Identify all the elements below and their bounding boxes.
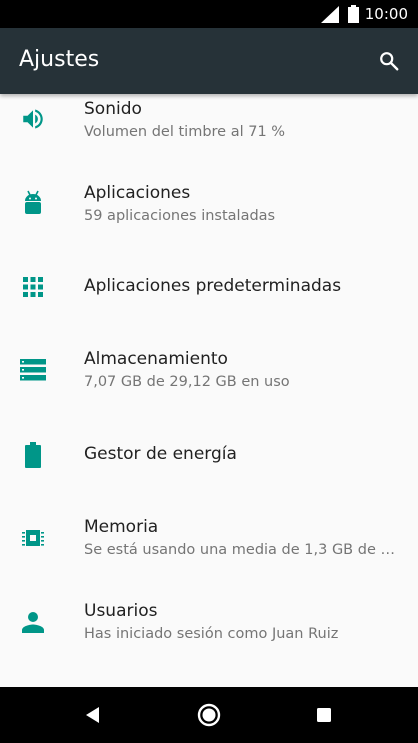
settings-item-memoria[interactable]: Memoria Se está usando una media de 1,3 … [0,500,418,580]
settings-item-title: Sonido [84,99,142,119]
settings-item-title: Gestor de energía [84,444,237,464]
settings-item-title: Aplicaciones [84,183,191,203]
settings-item-subtitle: Has iniciado sesión como Juan Ruiz [84,626,339,642]
search-icon [380,52,399,71]
signal-icon [321,6,339,23]
back-button[interactable] [79,701,107,729]
battery-icon [19,441,47,469]
recents-button[interactable] [310,701,338,729]
settings-item-subtitle: Volumen del timbre al 71 % [84,124,286,140]
app-bar: Ajustes [0,28,418,94]
home-button[interactable] [195,701,223,729]
settings-item-gestor-de-energia[interactable]: Gestor de energía [0,412,418,496]
settings-item-subtitle: Se está usando una media de 1,3 GB de 2,… [84,542,400,558]
settings-item-title: Aplicaciones predeterminadas [84,276,342,296]
navigation-bar [0,687,418,743]
status-bar: 10:00 [0,0,418,28]
settings-item-usuarios[interactable]: Usuarios Has iniciado sesión como Juan R… [0,584,418,664]
settings-list: Sonido Volumen del timbre al 71 % Aplica… [0,94,418,687]
back-icon [86,707,99,723]
volume-icon [19,105,47,133]
android-icon [19,189,47,217]
settings-item-sonido[interactable]: Sonido Volumen del timbre al 71 % [0,94,418,148]
settings-item-almacenamiento[interactable]: Almacenamiento 7,07 GB de 29,12 GB en us… [0,332,418,412]
storage-icon [19,356,47,384]
status-time: 10:00 [364,5,408,23]
settings-item-aplicaciones[interactable]: Aplicaciones 59 aplicaciones instaladas [0,164,418,244]
settings-item-title: Usuarios [84,601,158,621]
search-button[interactable] [370,45,408,77]
settings-item-title: Almacenamiento [84,349,228,369]
apps-grid-icon [19,273,47,301]
memory-icon [19,524,47,552]
home-icon [197,703,221,727]
settings-item-aplicaciones-predeterminadas[interactable]: Aplicaciones predeterminadas [0,244,418,328]
settings-item-subtitle: 59 aplicaciones instaladas [84,208,276,224]
settings-item-title: Memoria [84,517,159,537]
page-title: Ajustes [19,47,100,72]
recents-icon [317,708,331,722]
person-icon [19,608,47,636]
settings-item-subtitle: 7,07 GB de 29,12 GB en uso [84,374,290,390]
battery-icon [348,5,359,23]
